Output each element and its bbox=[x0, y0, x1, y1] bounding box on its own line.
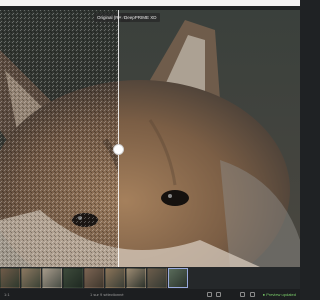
split-handle[interactable] bbox=[113, 144, 124, 155]
compare-view-icon[interactable] bbox=[216, 292, 221, 297]
filmstrip-thumbnail[interactable] bbox=[0, 268, 20, 288]
fox-photo-processed bbox=[118, 10, 300, 267]
filmstrip-thumbnail[interactable] bbox=[168, 268, 188, 288]
processed-pane bbox=[118, 10, 300, 267]
zoom-fit-icon[interactable] bbox=[240, 292, 245, 297]
preview-toggle-icon[interactable] bbox=[250, 292, 255, 297]
grid-view-icon[interactable] bbox=[207, 292, 212, 297]
status-bar: 1:1 1 sur 9 sélectionné ● Preview update… bbox=[0, 289, 300, 300]
split-divider[interactable] bbox=[118, 10, 119, 267]
filmstrip-thumbnail[interactable] bbox=[105, 268, 125, 288]
filmstrip-thumbnail[interactable] bbox=[21, 268, 41, 288]
preview-status: ● Preview updated bbox=[262, 292, 296, 297]
filmstrip-thumbnail[interactable] bbox=[63, 268, 83, 288]
filmstrip-thumbnail[interactable] bbox=[126, 268, 146, 288]
processed-label: DeepPRIME XD bbox=[121, 13, 160, 22]
zoom-level[interactable]: 1:1 bbox=[4, 289, 10, 300]
selection-count: 1 sur 9 sélectionné bbox=[90, 292, 124, 297]
filmstrip bbox=[0, 267, 300, 289]
filmstrip-thumbnail[interactable] bbox=[84, 268, 104, 288]
original-pane bbox=[0, 10, 118, 267]
filmstrip-thumbnail[interactable] bbox=[42, 268, 62, 288]
filmstrip-thumbnail[interactable] bbox=[147, 268, 167, 288]
fox-photo-original bbox=[0, 10, 118, 267]
app-window: Original (RAW) DeepPRIME XD 1:1 1 sur 9 … bbox=[0, 0, 300, 300]
comparison-viewer[interactable]: Original (RAW) DeepPRIME XD bbox=[0, 10, 300, 267]
title-bar bbox=[0, 0, 300, 6]
